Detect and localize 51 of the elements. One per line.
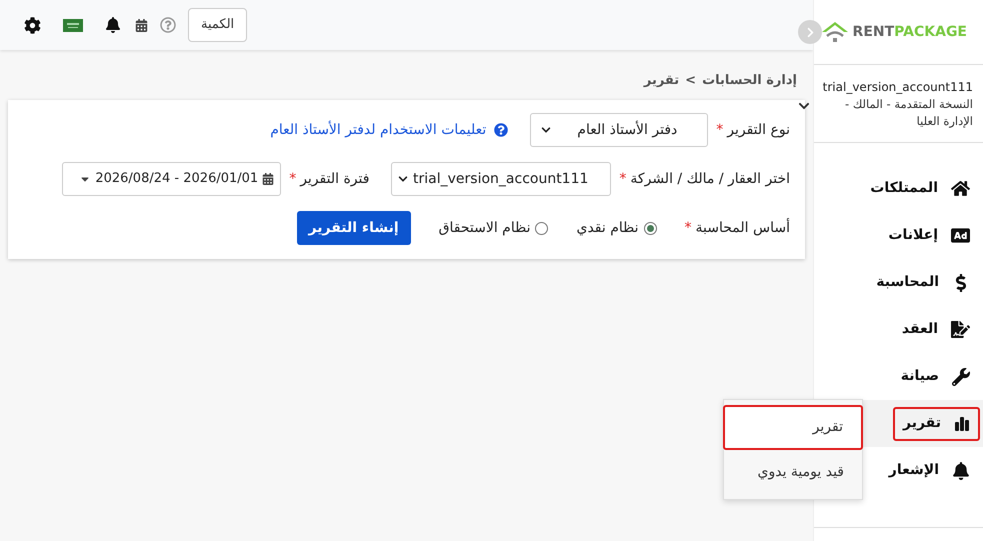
date-range-field[interactable]: 2026/01/01 - 2026/08/24 xyxy=(62,162,282,196)
calendar-icon[interactable] xyxy=(135,18,148,32)
account-name: trial_version_account111 xyxy=(822,79,973,96)
field-label: نوع التقرير xyxy=(727,120,790,140)
field-label: فترة التقرير xyxy=(300,170,370,188)
nav-item[interactable]: المحاسبة xyxy=(866,266,980,300)
submenu-item[interactable]: تقرير xyxy=(723,405,863,450)
required-mark: * xyxy=(716,120,724,140)
help-icon[interactable] xyxy=(160,17,176,33)
collapse-icon[interactable] xyxy=(798,100,810,112)
account-role: النسخة المتقدمة - المالك - الإدارة العليا xyxy=(844,96,973,130)
radio-label: نظام الاستحقاق xyxy=(438,218,530,238)
nav-item[interactable]: تقرير xyxy=(892,406,980,440)
report-type-select[interactable]: دفتر الأستاذ العام xyxy=(530,113,708,147)
help-icon xyxy=(494,123,508,137)
quantity-button[interactable]: الكمية xyxy=(188,8,248,42)
settings-icon[interactable] xyxy=(24,16,41,34)
flag-icon[interactable] xyxy=(63,18,83,32)
home-icon xyxy=(951,179,970,198)
field-label: اختر العقار / مالك / الشركة xyxy=(630,170,790,188)
required-mark: * xyxy=(619,170,626,188)
nav-item[interactable]: الإشعار xyxy=(878,454,980,488)
logo-icon xyxy=(820,21,850,43)
radio-button[interactable] xyxy=(644,222,657,234)
radio-label: نظام نقدي xyxy=(576,218,639,238)
breadcrumb-link[interactable]: إدارة الحسابات xyxy=(702,71,797,91)
nav-item[interactable]: صيانة xyxy=(890,360,980,394)
submenu-item[interactable]: قيد يومية يدوي xyxy=(724,450,862,495)
ad-icon xyxy=(951,226,970,245)
bell-icon xyxy=(952,462,970,480)
breadcrumb-current: تقرير xyxy=(644,72,680,90)
generate-report-button[interactable]: إنشاء التقرير xyxy=(296,211,411,245)
chevron-right-icon xyxy=(804,26,816,38)
help-link[interactable]: تعليمات الاستخدام لدفتر الأستاذ العام xyxy=(270,120,486,140)
chevron-down-icon xyxy=(541,125,552,135)
nav-item[interactable]: إعلانات xyxy=(878,218,980,252)
wrench-icon xyxy=(952,368,970,386)
required-mark: * xyxy=(289,170,296,188)
logo-text: RENTPACKAGE xyxy=(852,22,967,42)
calendar-icon xyxy=(262,173,274,185)
radio-button[interactable] xyxy=(535,222,548,234)
breadcrumb-separator: > xyxy=(685,72,696,90)
field-label: أساس المحاسبة xyxy=(696,218,790,238)
nav-item[interactable]: العقد xyxy=(892,312,980,346)
nav-item[interactable]: الممتلكات xyxy=(860,172,980,206)
property-select[interactable]: trial_version_account111 xyxy=(391,162,612,196)
chevron-down-icon xyxy=(398,174,408,184)
bar-chart-icon xyxy=(954,416,970,432)
notification-bell-icon[interactable] xyxy=(105,17,121,33)
required-mark: * xyxy=(684,218,692,238)
signed-document-icon xyxy=(951,320,970,339)
